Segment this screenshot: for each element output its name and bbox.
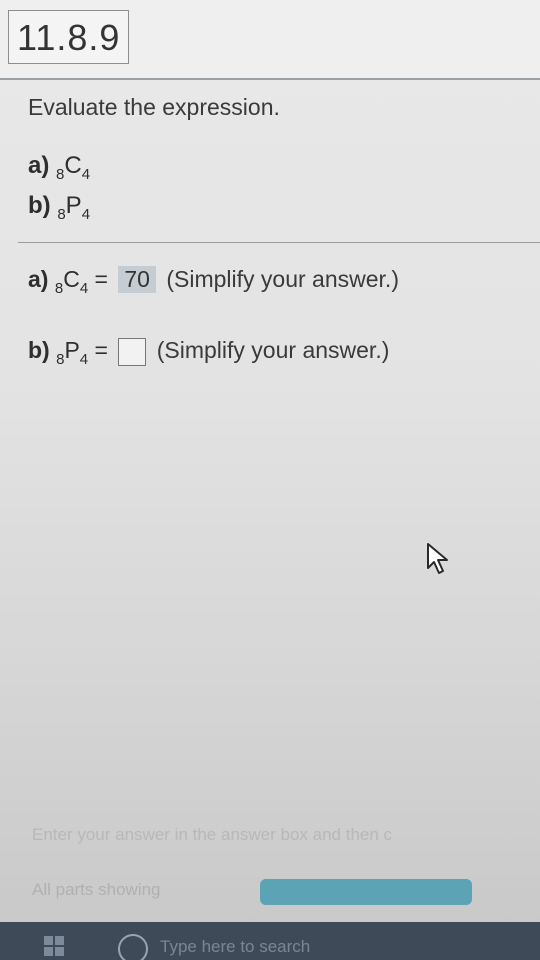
- section-divider: [18, 242, 540, 243]
- problem-header: 11.8.9: [0, 0, 540, 80]
- part-label: b): [28, 192, 51, 219]
- part-b-expression: b) 8P4: [28, 192, 91, 223]
- subscript-r: 4: [81, 166, 91, 183]
- combination-letter: C: [64, 152, 82, 179]
- answer-b-input[interactable]: [118, 337, 147, 366]
- combination-letter: C: [63, 266, 80, 292]
- part-label: a): [28, 266, 49, 292]
- instruction-text: Evaluate the expression.: [28, 94, 280, 120]
- progress-bar: [260, 879, 472, 905]
- part-a-expression: a) 8C4: [28, 152, 91, 183]
- parts-showing-label: All parts showing: [32, 880, 161, 899]
- subscript-r: 4: [79, 351, 89, 368]
- progress-fill: [260, 879, 472, 905]
- equals-sign: =: [94, 337, 108, 363]
- equals-sign: =: [94, 266, 108, 292]
- subscript-n: 8: [57, 206, 66, 223]
- taskbar-search-input[interactable]: Type here to search: [160, 937, 310, 957]
- subscript-n: 8: [56, 351, 65, 368]
- part-label: b): [28, 337, 50, 363]
- screen: 11.8.9 Evaluate the expression. a) 8C4 b…: [0, 0, 540, 960]
- answer-row-a: a) 8C4 = 70 (Simplify your answer.): [28, 266, 399, 297]
- subscript-r: 4: [81, 206, 91, 223]
- taskbar: Type here to search: [0, 922, 540, 960]
- permutation-letter: P: [64, 337, 80, 363]
- cortana-circle-icon[interactable]: [118, 934, 148, 960]
- footer-instruction: Enter your answer in the answer box and …: [32, 825, 393, 844]
- problem-number: 11.8.9: [8, 10, 130, 64]
- simplify-hint: (Simplify your answer.): [166, 266, 399, 292]
- simplify-hint: (Simplify your answer.): [156, 337, 390, 363]
- permutation-letter: P: [65, 192, 82, 219]
- part-label: a): [28, 152, 50, 179]
- subscript-n: 8: [54, 280, 64, 297]
- subscript-r: 4: [79, 280, 89, 297]
- mouse-pointer-icon: [426, 542, 452, 581]
- answer-row-b: b) 8P4 = (Simplify your answer.): [28, 337, 390, 368]
- windows-logo-icon[interactable]: [44, 936, 66, 958]
- subscript-n: 8: [56, 166, 65, 183]
- answer-a-field[interactable]: 70: [118, 266, 156, 293]
